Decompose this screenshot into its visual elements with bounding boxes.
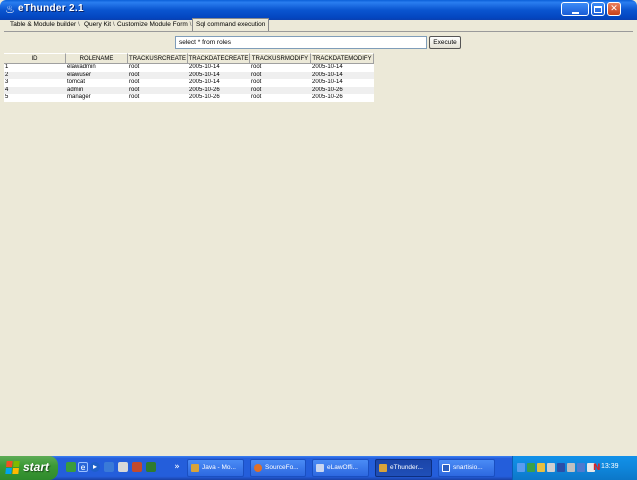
minimize-button[interactable] xyxy=(561,2,589,16)
cell-trackdatemodify: 2005-10-14 xyxy=(312,64,343,70)
windows-logo-icon xyxy=(5,461,20,474)
tab-label: Query Kit xyxy=(84,21,112,28)
column-header-id[interactable]: ID xyxy=(4,53,66,64)
tab-divider xyxy=(4,31,633,32)
cell-trackdatecreate: 2005-10-14 xyxy=(189,64,220,70)
cell-trackdatecreate: 2005-10-14 xyxy=(189,71,220,78)
maximize-button[interactable] xyxy=(591,2,605,16)
java-icon xyxy=(191,464,199,472)
start-button[interactable]: start xyxy=(0,456,58,480)
tab-separator: \ xyxy=(112,21,115,28)
cell-trackusrmodify: root xyxy=(251,94,262,101)
cell-rolename: elawuser xyxy=(67,71,92,78)
cell-id: 2 xyxy=(5,71,9,78)
tab-label: Customize Module Form xyxy=(117,21,188,28)
chevron-right-icon[interactable]: » xyxy=(172,462,182,472)
taskbar-item-ethunder[interactable]: eThunder... xyxy=(375,459,432,477)
column-header-trackusrmodify[interactable]: TRACKUSRMODIFY xyxy=(250,53,311,64)
cell-trackdatemodify: 2005-10-14 xyxy=(312,71,343,78)
close-icon: ✕ xyxy=(610,4,618,14)
column-header-trackusrcreate[interactable]: TRACKUSRCREATE xyxy=(128,53,188,64)
maximize-icon xyxy=(594,6,602,13)
task-label: Java - Mo... xyxy=(202,464,236,471)
execute-button[interactable]: Execute xyxy=(429,36,461,49)
column-header-trackdatemodify[interactable]: TRACKDATEMODIFY xyxy=(311,53,374,64)
close-button[interactable]: ✕ xyxy=(607,2,621,16)
table-row[interactable]: 5 manager root 2005-10-26 root 2005-10-2… xyxy=(4,94,374,102)
cell-trackdatemodify: 2005-10-26 xyxy=(312,86,343,93)
clock[interactable]: 13:39 xyxy=(601,463,619,470)
internet-explorer-icon[interactable]: e xyxy=(78,462,88,472)
table-row[interactable]: 4 admin root 2005-10-26 root 2005-10-26 xyxy=(4,86,374,95)
cell-id: 3 xyxy=(5,79,9,86)
terminal-icon[interactable] xyxy=(146,462,156,472)
tab-sql-command-execution[interactable]: Sql command execution xyxy=(192,18,270,32)
tray-monitor-icon[interactable] xyxy=(547,463,555,472)
cell-trackusrmodify: root xyxy=(251,64,262,70)
table-row[interactable]: 2 elawuser root 2005-10-14 root 2005-10-… xyxy=(4,71,374,80)
cell-trackdatecreate: 2005-10-14 xyxy=(189,79,220,86)
cell-trackusrmodify: root xyxy=(251,86,262,93)
window-title: eThunder 2.1 xyxy=(18,3,84,14)
cell-trackusrcreate: root xyxy=(129,94,140,101)
task-label: snartisio... xyxy=(453,464,483,471)
result-table: ID ROLENAME TRACKUSRCREATE TRACKDATECREA… xyxy=(4,53,374,102)
application-window: ♨ eThunder 2.1 ✕ Table & Module builder … xyxy=(0,0,637,480)
cell-rolename: elawadmin xyxy=(67,64,96,70)
cell-trackusrcreate: root xyxy=(129,64,140,70)
cell-id: 4 xyxy=(5,86,9,93)
search-icon[interactable] xyxy=(557,463,565,472)
cell-trackdatecreate: 2005-10-26 xyxy=(189,94,220,101)
explorer-icon[interactable] xyxy=(118,462,128,472)
taskbar-item-word-document[interactable]: snartisio... xyxy=(438,459,495,477)
cell-trackusrcreate: root xyxy=(129,71,140,78)
table-row[interactable]: 1 elawadmin root 2005-10-14 root 2005-10… xyxy=(4,64,374,72)
taskbar-item-sourceforge[interactable]: SourceFo... xyxy=(250,459,306,477)
task-label: SourceFo... xyxy=(265,464,299,471)
firefox-icon xyxy=(254,464,262,472)
cell-trackdatemodify: 2005-10-14 xyxy=(312,79,343,86)
show-desktop-icon[interactable] xyxy=(66,462,76,472)
window-icon xyxy=(316,464,324,472)
network-icon[interactable] xyxy=(517,463,525,472)
cell-trackusrcreate: root xyxy=(129,86,140,93)
task-label: eLawOffi... xyxy=(327,464,358,471)
tab-label: Sql command execution xyxy=(196,21,266,28)
task-label: eThunder... xyxy=(390,464,423,471)
cell-trackusrmodify: root xyxy=(251,79,262,86)
taskbar: start e ▸ » Java - Mo... SourceFo... eLa… xyxy=(0,456,637,480)
cell-rolename: admin xyxy=(67,86,84,93)
title-bar[interactable]: ♨ eThunder 2.1 ✕ xyxy=(0,0,637,20)
cell-rolename: tomcat xyxy=(67,79,86,86)
cell-rolename: manager xyxy=(67,94,91,101)
outlook-icon[interactable] xyxy=(104,462,114,472)
table-row[interactable]: 3 tomcat root 2005-10-14 root 2005-10-14 xyxy=(4,79,374,87)
cell-trackusrmodify: root xyxy=(251,71,262,78)
quick-launch-app-icon[interactable] xyxy=(132,462,142,472)
volume-icon[interactable] xyxy=(567,463,575,472)
start-label: start xyxy=(23,460,50,474)
cell-trackdatemodify: 2005-10-26 xyxy=(312,94,343,101)
tray-app-icon[interactable] xyxy=(577,463,585,472)
column-header-rolename[interactable]: ROLENAME xyxy=(66,53,128,64)
cell-trackusrcreate: root xyxy=(129,79,140,86)
word-icon xyxy=(442,464,450,472)
media-player-icon[interactable]: ▸ xyxy=(90,462,100,472)
cell-id: 1 xyxy=(5,64,9,70)
cell-id: 5 xyxy=(5,94,9,101)
tab-separator: \ xyxy=(77,21,80,28)
java-icon xyxy=(379,464,387,472)
taskbar-item-java[interactable]: Java - Mo... xyxy=(187,459,244,477)
java-cup-icon[interactable]: ♨ xyxy=(4,3,16,16)
security-icon[interactable] xyxy=(537,463,545,472)
table-header: ID ROLENAME TRACKUSRCREATE TRACKDATECREA… xyxy=(4,53,374,64)
tray-app-icon[interactable] xyxy=(527,463,535,472)
taskbar-item-elawoffice[interactable]: eLawOffi... xyxy=(312,459,369,477)
cell-trackdatecreate: 2005-10-26 xyxy=(189,86,220,93)
column-header-trackdatecreate[interactable]: TRACKDATECREATE xyxy=(188,53,250,64)
tab-label: Table & Module builder xyxy=(10,21,77,28)
sql-query-input[interactable]: select * from roles xyxy=(175,36,427,49)
minimize-icon xyxy=(571,12,579,14)
